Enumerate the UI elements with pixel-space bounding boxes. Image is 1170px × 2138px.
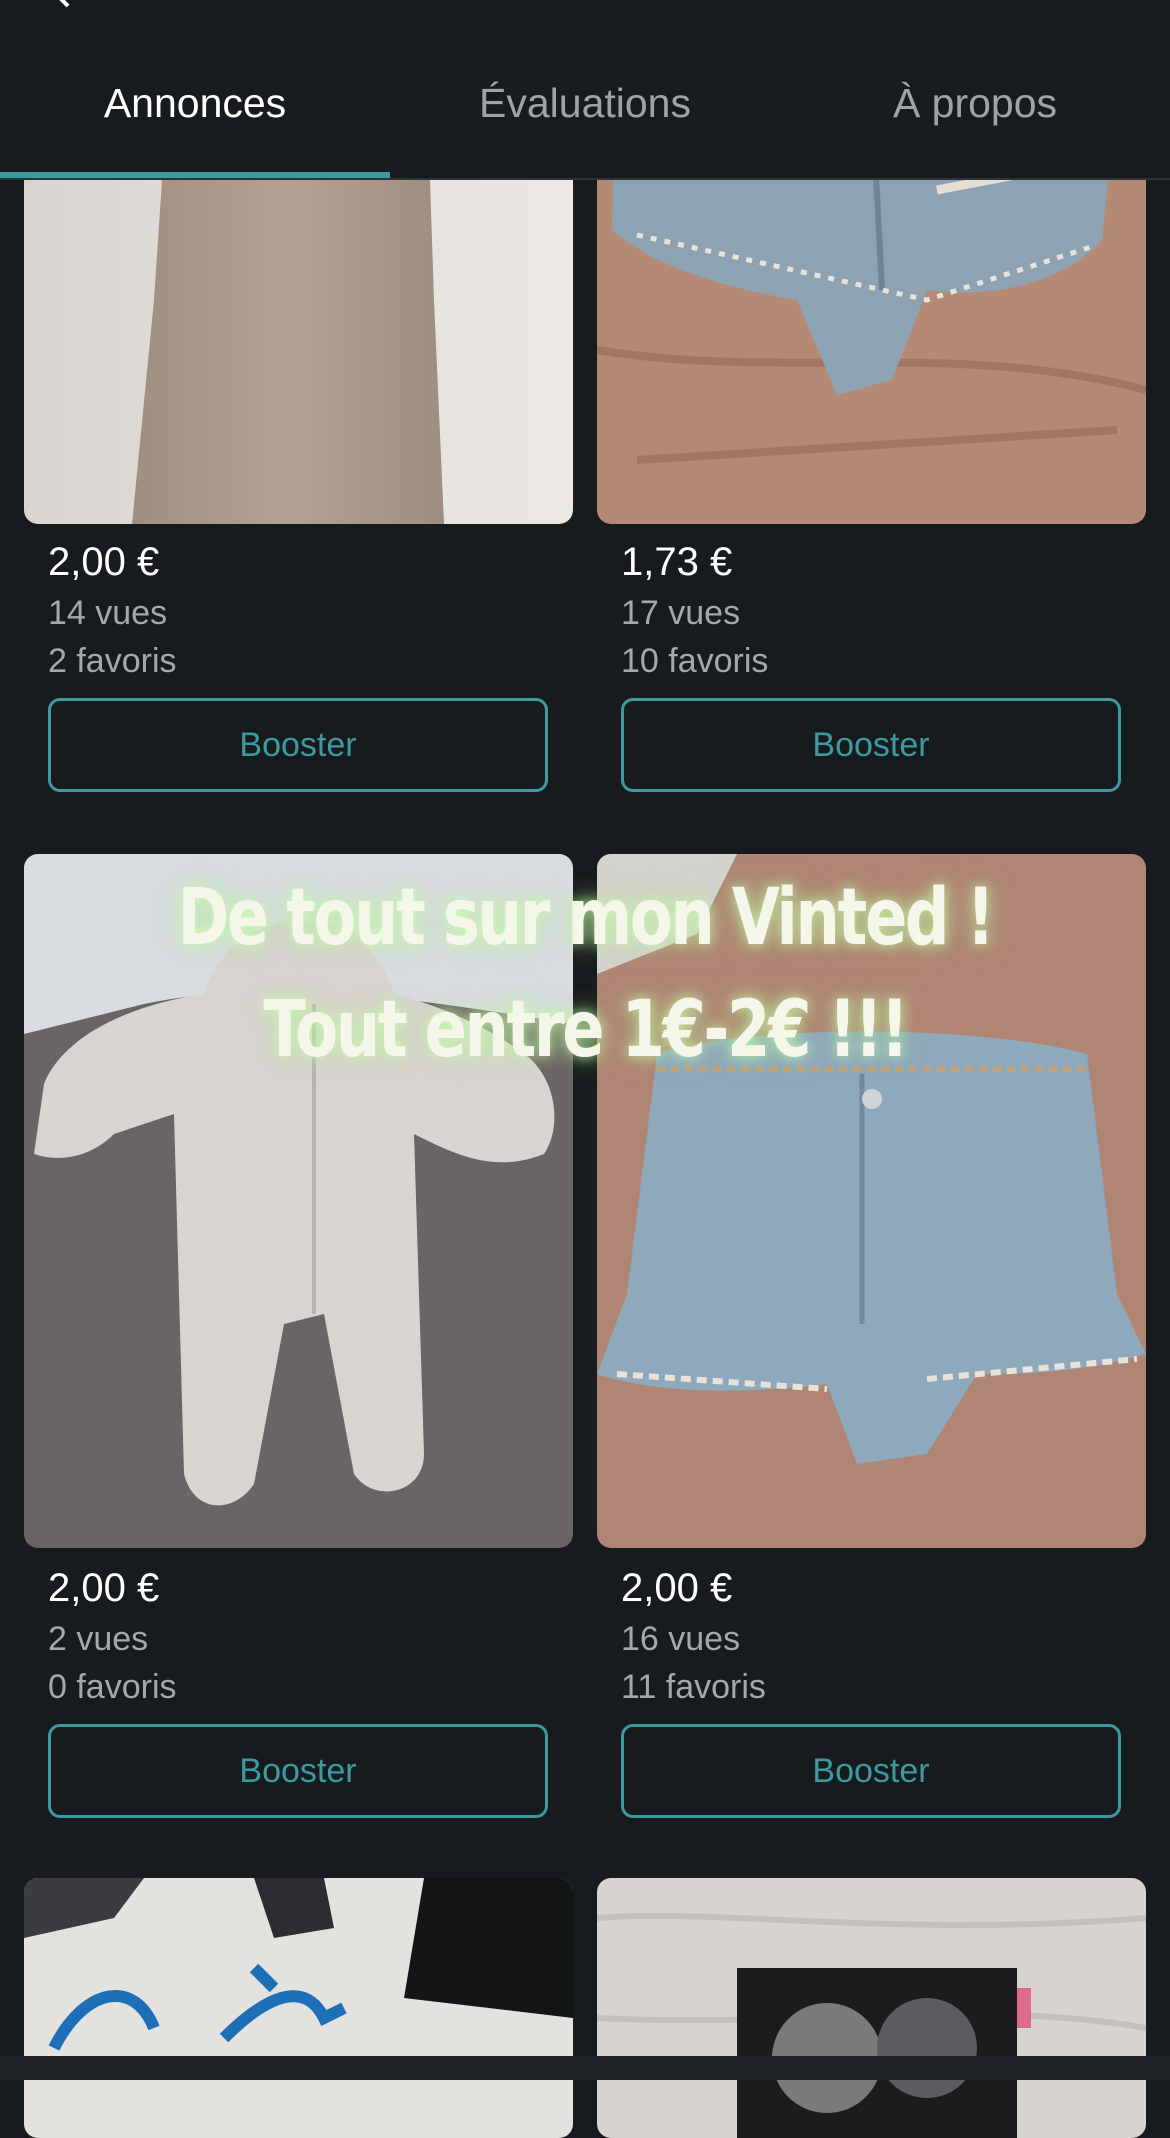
item-views: 2 vues (48, 1620, 149, 1658)
item-favorites: 2 favoris (48, 642, 177, 680)
item-price: 2,00 € (48, 540, 160, 584)
booster-button[interactable]: Booster (621, 1724, 1121, 1818)
item-views: 14 vues (48, 594, 168, 632)
back-arrow-icon[interactable] (52, 0, 88, 10)
item-favorites: 11 favoris (621, 1668, 766, 1706)
item-price: 2,00 € (621, 1566, 733, 1610)
booster-button[interactable]: Booster (48, 698, 548, 792)
item-price: 1,73 € (621, 540, 733, 584)
booster-button[interactable]: Booster (621, 698, 1121, 792)
tab-annonces[interactable]: Annonces (0, 80, 390, 127)
item-photo[interactable] (597, 1878, 1146, 2138)
item-favorites: 0 favoris (48, 1668, 177, 1706)
listing-card: 2,00 € 16 vues 11 favoris Booster (597, 854, 1146, 1818)
tab-a-propos[interactable]: À propos (780, 80, 1170, 127)
item-photo[interactable] (24, 854, 573, 1548)
listing-card (24, 1878, 573, 2138)
item-favorites: 10 favoris (621, 642, 769, 680)
listing-card (597, 1878, 1146, 2138)
item-photo[interactable] (24, 1878, 573, 2138)
booster-button[interactable]: Booster (48, 1724, 548, 1818)
item-views: 16 vues (621, 1620, 741, 1658)
tab-evaluations[interactable]: Évaluations (390, 80, 780, 127)
item-price: 2,00 € (48, 1566, 160, 1610)
bottom-navigation-bar (0, 2056, 1170, 2080)
profile-tab-bar: Annonces Évaluations À propos (0, 0, 1170, 180)
active-tab-indicator (0, 172, 390, 178)
item-photo[interactable] (597, 854, 1146, 1548)
item-views: 17 vues (621, 594, 741, 632)
listing-card: 2,00 € 2 vues 0 favoris Booster (24, 854, 573, 1818)
